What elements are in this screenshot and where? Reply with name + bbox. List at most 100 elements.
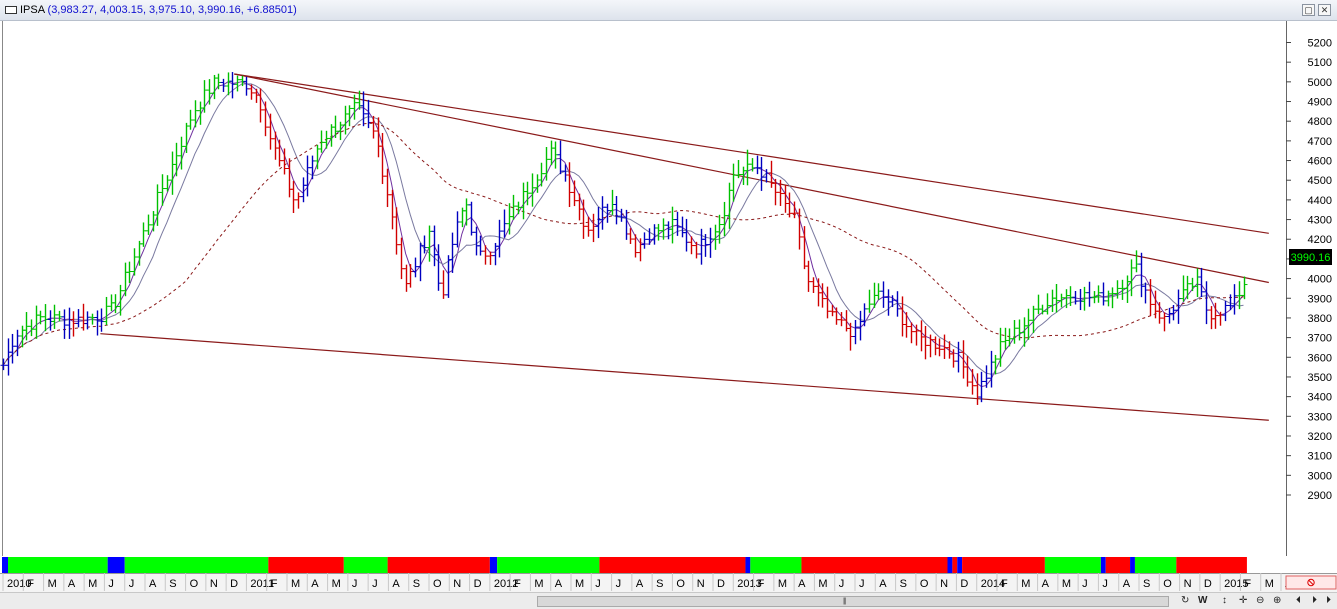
x-tick-label: M [1062, 578, 1071, 590]
x-tick-label: J [129, 578, 135, 590]
signal-segment [1176, 557, 1247, 573]
x-tick-label: M [88, 578, 97, 590]
y-tick-label: 4400 [1308, 195, 1332, 207]
x-tick-label: M [1265, 578, 1274, 590]
signal-segment [801, 557, 948, 573]
x-tick-label: O [920, 578, 929, 590]
x-tick-label: S [656, 578, 663, 590]
y-tick-label: 5200 [1308, 38, 1332, 50]
y-tick-label: 3000 [1308, 470, 1332, 482]
x-tick-label: M [1021, 578, 1030, 590]
x-tick-label: J [1102, 578, 1108, 590]
x-tick-label: M [291, 578, 300, 590]
signal-segment [1105, 557, 1131, 573]
y-tick-label: 4900 [1308, 97, 1332, 109]
signal-segment [1134, 557, 1177, 573]
y-tick-label: 3400 [1308, 392, 1332, 404]
restore-icon[interactable]: ▢ [1302, 4, 1315, 16]
window-titlebar: IPSA (3,983.27, 4,003.15, 3,975.10, 3,99… [0, 0, 1337, 21]
x-tick-label: O [676, 578, 685, 590]
x-tick-label: F [758, 578, 765, 590]
x-tick-label: A [392, 578, 400, 590]
move-icon[interactable]: ✛ [1239, 595, 1247, 607]
signal-segment [387, 557, 490, 573]
x-tick-label: M [332, 578, 341, 590]
signal-band [2, 557, 1247, 573]
x-tick-label: F [1244, 578, 1251, 590]
x-tick-label: F [27, 578, 34, 590]
signal-segment [1044, 557, 1101, 573]
x-tick-label: A [311, 578, 319, 590]
x-tick-label: A [555, 578, 563, 590]
symbol-name: IPSA [20, 4, 45, 16]
y-tick-label: 4600 [1308, 156, 1332, 168]
y-tick-label: 4000 [1308, 274, 1332, 286]
x-tick-label: D [230, 578, 238, 590]
x-tick-label: N [453, 578, 461, 590]
x-tick-label: J [616, 578, 622, 590]
y-tick-label: 4800 [1308, 116, 1332, 128]
scroll-grip[interactable]: ||| [843, 598, 847, 606]
y-tick-label: 3900 [1308, 293, 1332, 305]
y-tick-label: 5100 [1308, 57, 1332, 69]
signal-segment [497, 557, 600, 573]
w-button[interactable]: W [1198, 595, 1207, 607]
chart-title: IPSA (3,983.27, 4,003.15, 3,975.10, 3,99… [20, 4, 297, 17]
zoom-out-icon[interactable]: ⊖ [1256, 595, 1264, 607]
price-chart[interactable]: 2900 3000 3100 3200 3300 3400 3500 3600 3700 3800… [0, 21, 1337, 592]
x-tick-label: M [818, 578, 827, 590]
y-tick-label: 3500 [1308, 372, 1332, 384]
x-tick-label: A [879, 578, 887, 590]
x-tick-label: J [859, 578, 865, 590]
price-tag: 3990.16 [1289, 249, 1332, 265]
y-tick-label: 3600 [1308, 352, 1332, 364]
window-icon [5, 6, 17, 14]
x-tick-label: D [1204, 578, 1212, 590]
price-tag-value: 3990.16 [1291, 252, 1331, 264]
y-tick-label: 4700 [1308, 136, 1332, 148]
close-icon[interactable]: ✕ [1318, 4, 1331, 16]
signal-segment [2, 557, 8, 573]
signal-segment [124, 557, 269, 573]
x-tick-label: J [352, 578, 358, 590]
x-tick-label: A [1123, 578, 1131, 590]
signal-segment [3, 557, 108, 573]
x-tick-label: A [68, 578, 76, 590]
cycle-icon[interactable]: ↻ [1181, 595, 1189, 607]
signal-segment [599, 557, 746, 573]
x-tick-label: D [717, 578, 725, 590]
x-tick-label: O [1163, 578, 1172, 590]
horizontal-scrollbar[interactable]: ||| [537, 596, 1169, 607]
play-icon[interactable]: ⏵ [1312, 595, 1317, 607]
y-tick-label: 4500 [1308, 175, 1332, 187]
alert-icon[interactable] [1285, 575, 1337, 590]
x-tick-label: M [575, 578, 584, 590]
x-tick-label: J [839, 578, 845, 590]
y-tick-label: 2900 [1308, 490, 1332, 502]
zoom-in-icon[interactable]: ⊕ [1273, 595, 1281, 607]
x-tick-label: M [534, 578, 543, 590]
x-tick-label: J [595, 578, 601, 590]
pan-icon[interactable]: ↕ [1222, 595, 1227, 607]
x-tick-label: D [474, 578, 482, 590]
signal-segment [947, 557, 953, 573]
ohlc-readout: (3,983.27, 4,003.15, 3,975.10, 3,990.16,… [47, 4, 297, 16]
x-tick-label: N [210, 578, 218, 590]
x-axis: 2010F M A M J J A S O N D 2011F M A M J J A S O N D 2012F M A M J J… [0, 573, 1337, 592]
x-tick-label: A [798, 578, 806, 590]
x-tick-label: J [1082, 578, 1088, 590]
x-tick-label: D [960, 578, 968, 590]
y-tick-label: 4300 [1308, 215, 1332, 227]
x-tick-label: O [433, 578, 442, 590]
x-tick-label: N [940, 578, 948, 590]
y-tick-label: 3100 [1308, 451, 1332, 463]
x-tick-label: A [149, 578, 157, 590]
x-tick-label: F [514, 578, 521, 590]
prev-icon[interactable]: ⏴ [1296, 595, 1301, 607]
x-tick-label: M [48, 578, 57, 590]
next-icon[interactable]: ⏵ [1326, 595, 1331, 607]
x-tick-label: S [169, 578, 176, 590]
y-tick-label: 3700 [1308, 333, 1332, 345]
x-tick-label: F [1001, 578, 1008, 590]
signal-segment [489, 557, 498, 573]
